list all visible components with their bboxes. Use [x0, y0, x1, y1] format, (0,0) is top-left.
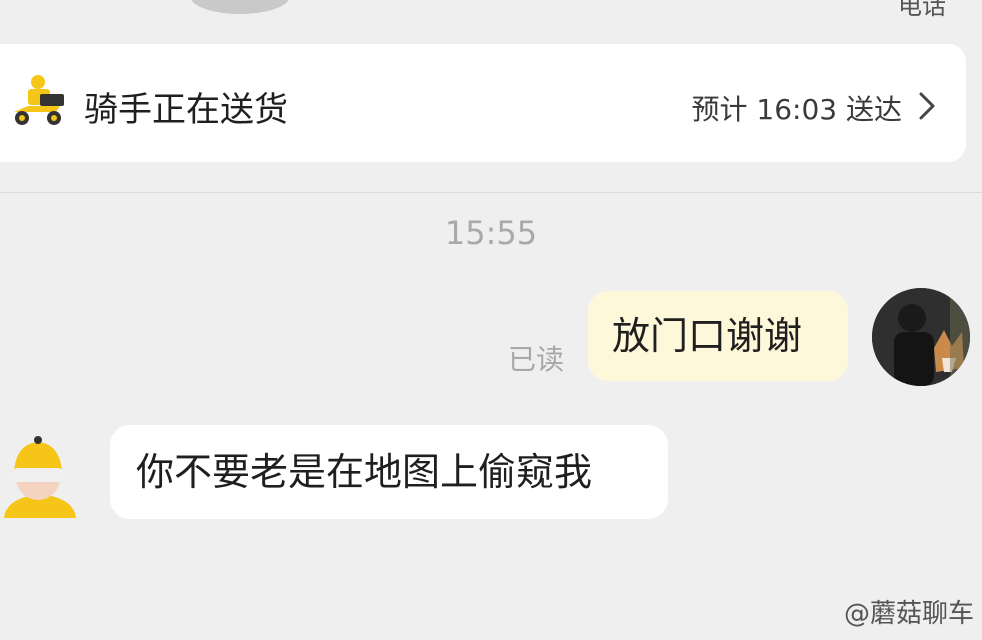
rider-avatar-image [4, 436, 76, 518]
divider [0, 192, 982, 193]
sent-message-bubble[interactable]: 放门口谢谢 [588, 291, 848, 381]
received-message-bubble[interactable]: 你不要老是在地图上偷窥我 [110, 425, 668, 519]
delivery-status-card[interactable]: 骑手正在送货 预计 16:03 送达 [0, 44, 966, 162]
watermark: @蘑菇聊车 [843, 599, 974, 629]
eta-text: 预计 16:03 送达 [691, 93, 903, 126]
chevron-right-icon [919, 92, 935, 120]
phone-label[interactable]: 电话 [898, 0, 946, 21]
scooter-icon [14, 75, 64, 125]
avatar[interactable] [872, 288, 970, 386]
delivery-status-text: 骑手正在送货 [84, 90, 288, 130]
read-receipt: 已读 [508, 343, 565, 376]
chat-timestamp: 15:55 [444, 214, 538, 252]
user-avatar-image [872, 288, 970, 386]
rider-avatar[interactable] [0, 428, 80, 518]
top-avatar-stub [190, 0, 290, 14]
